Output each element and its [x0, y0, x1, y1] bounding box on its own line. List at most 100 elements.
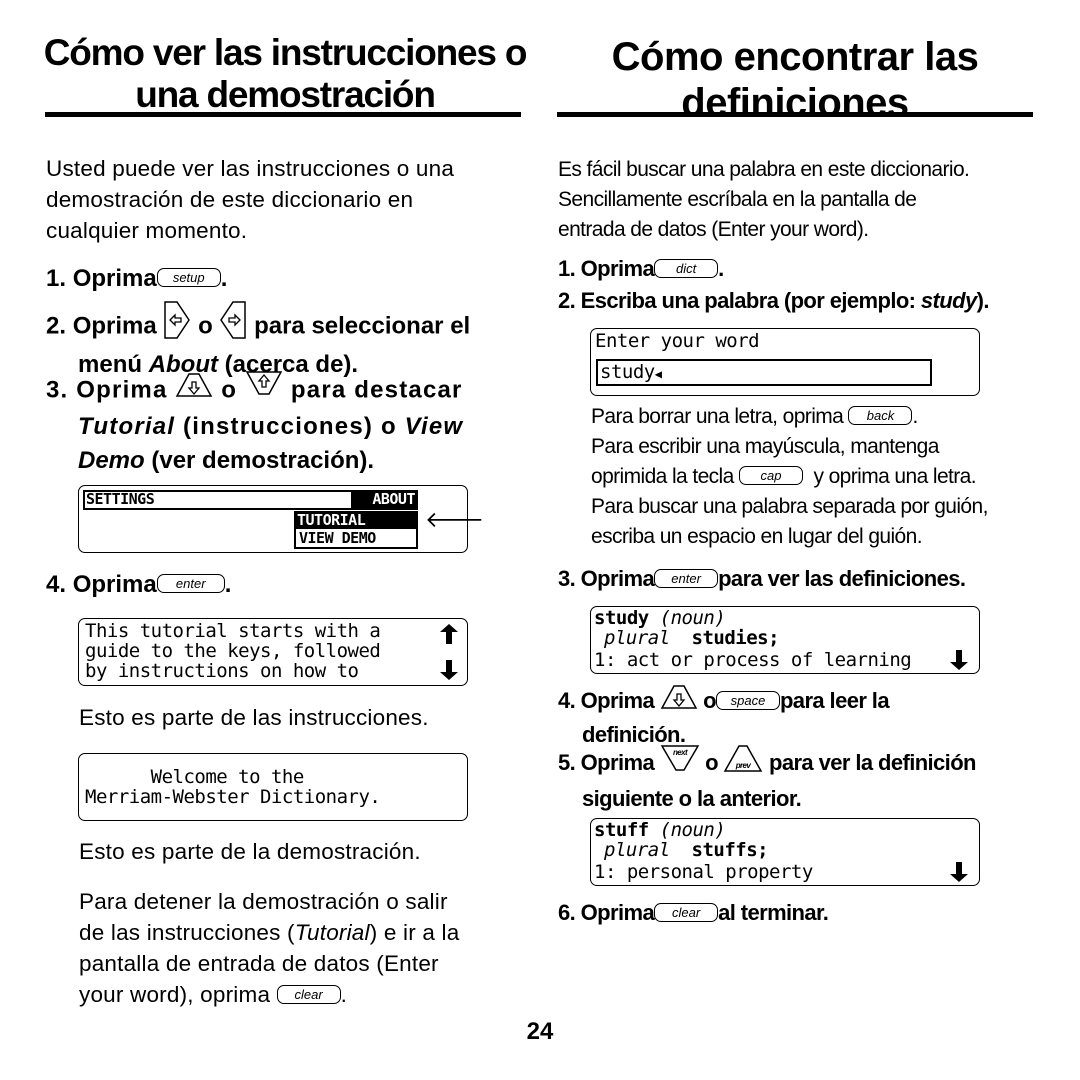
back-key[interactable]: back	[848, 405, 913, 425]
up-arrow-key-icon[interactable]	[245, 370, 283, 408]
menu-about: ABOUT	[351, 490, 417, 508]
step-end: .	[718, 256, 724, 281]
step-text: para destacar	[290, 376, 463, 404]
text-line: Para detener la demostración o salir	[79, 889, 448, 914]
menu-item-tutorial: TUTORIAL	[294, 511, 418, 529]
left-intro-line: demostración de este diccionario en	[46, 187, 414, 212]
lcd-study-definition: study (noun) plural studies; 1: act or p…	[590, 606, 980, 674]
enter-key[interactable]: enter	[654, 568, 719, 588]
right-arrow-key-icon[interactable]	[219, 300, 247, 350]
italic-text: study	[920, 288, 977, 313]
lcd-stuff-definition: stuff (noun) plural stuffs; 1: personal …	[590, 818, 980, 886]
next-key-icon[interactable]: next	[660, 743, 700, 781]
prev-key-icon[interactable]: prev	[723, 742, 763, 782]
plural-label: plural	[604, 627, 670, 649]
left-step-2: 2. Oprima o para seleccionar el menú Abo…	[46, 300, 526, 382]
dict-key[interactable]: dict	[654, 258, 719, 278]
lcd-demo-screen: Welcome to the Merriam-Webster Dictionar…	[78, 753, 468, 821]
text-line: escriba un espacio en lugar del guión.	[591, 525, 923, 548]
entry-prompt: Enter your word	[595, 330, 760, 352]
text: ) e ir a la	[369, 920, 460, 945]
left-arrow-key-icon[interactable]	[163, 300, 191, 350]
part-of-speech: (noun)	[659, 819, 726, 841]
step-number: 3.	[558, 566, 576, 591]
step-number: 2.	[46, 312, 67, 340]
left-pointer-icon: 🡐	[425, 508, 484, 533]
step-text: al terminar.	[718, 900, 829, 925]
text-line: oprimida la tecla cap y oprima una letra…	[591, 462, 1041, 492]
lcd-line: by instructions on how to	[85, 660, 359, 682]
plural-form: stuffs;	[691, 839, 769, 861]
step-line3: Demo (ver demostración).	[46, 444, 526, 478]
left-intro-line: cualquier momento.	[46, 218, 248, 243]
left-step-1: 1. Oprima setup.	[46, 262, 227, 296]
page-number: 24	[526, 1018, 554, 1045]
step-number: 4.	[46, 571, 67, 598]
left-title-line2: una demostración	[135, 74, 436, 115]
step-text: para ver las definiciones.	[718, 566, 966, 591]
step-end: .	[220, 265, 228, 292]
or-text: o	[198, 312, 213, 340]
text-line: your word), oprima clear.	[79, 979, 529, 1010]
step-number: 1.	[46, 265, 67, 292]
clear-key[interactable]: clear	[654, 902, 719, 922]
definition-text: 1: personal property	[594, 861, 813, 883]
right-intro-line: entrada de datos (Enter your word).	[558, 218, 869, 241]
right-step-6: 6. Oprima clear al terminar.	[558, 898, 829, 928]
or-text: o	[221, 376, 238, 404]
left-intro: Usted puede ver las instrucciones o una …	[46, 153, 526, 246]
step-end: .	[224, 571, 232, 598]
right-step-4: 4. Oprima o space para leer la definición.	[558, 682, 890, 750]
step-text: Oprima	[580, 749, 655, 775]
text-line: Para escribir una mayúscula, mantenga	[591, 435, 939, 458]
step-number: 6.	[558, 900, 576, 925]
right-intro: Es fácil buscar una palabra en este dicc…	[558, 155, 1048, 245]
enter-key[interactable]: enter	[156, 574, 225, 594]
clear-key[interactable]: clear	[276, 984, 341, 1004]
left-title-rule	[45, 112, 521, 117]
setup-key[interactable]: setup	[156, 268, 221, 288]
italic-text: Tutorial	[294, 920, 370, 945]
step-text: Oprima	[76, 376, 168, 404]
text: oprimida la tecla	[591, 465, 734, 488]
step-text: Escriba una palabra (por ejemplo:	[580, 288, 921, 313]
cap-key[interactable]: cap	[738, 465, 803, 485]
text: (ver demostración).	[144, 447, 375, 474]
lcd-entry-screen: Enter your word study◀	[590, 328, 980, 396]
lcd-line: plural stuffs;	[604, 839, 769, 861]
lcd-line: plural studies;	[604, 627, 780, 649]
right-step-2: 2. Escriba una palabra (por ejemplo: stu…	[558, 286, 989, 316]
right-title-line1: Cómo encontrar las	[611, 35, 979, 79]
left-title-line1: Cómo ver las instrucciones o	[43, 32, 528, 73]
down-arrow-key-icon[interactable]	[175, 370, 213, 408]
step-number: 3.	[46, 376, 69, 404]
right-intro-line: Sencillamente escríbala en la pantalla d…	[558, 188, 917, 211]
left-outro: Para detener la demostración o salir de …	[79, 886, 529, 1010]
step-text: para ver la definición	[769, 749, 976, 775]
step-text: Oprima	[580, 256, 655, 281]
scroll-down-arrow-icon	[440, 660, 458, 680]
space-key[interactable]: space	[715, 690, 780, 710]
lcd-line: guide to the keys, followed	[85, 640, 381, 662]
step-text: Oprima	[580, 687, 655, 713]
cursor-icon: ◀	[654, 367, 662, 381]
prev-key-label: prev	[735, 761, 752, 770]
headword: stuff	[594, 819, 649, 841]
italic-text: Tutorial	[78, 413, 176, 440]
right-intro-line: Es fácil buscar una palabra en este dicc…	[558, 158, 970, 181]
step-number: 5.	[558, 749, 576, 775]
scroll-down-arrow-icon	[950, 862, 968, 882]
menu-item-view-demo: VIEW DEMO	[294, 529, 418, 549]
text-line: de las instrucciones (Tutorial) e ir a l…	[79, 917, 529, 948]
or-text: o	[705, 749, 718, 775]
headword: study	[594, 607, 649, 629]
text: .	[340, 982, 348, 1007]
or-text: o	[703, 687, 716, 713]
right-title-rule	[557, 112, 1033, 117]
left-intro-line: Usted puede ver las instrucciones o una	[46, 156, 455, 181]
scroll-up-arrow-icon	[440, 624, 458, 644]
down-arrow-key-icon[interactable]	[660, 682, 698, 718]
text: your word), oprima	[79, 982, 271, 1007]
step-number: 2.	[558, 288, 576, 313]
plural-form: studies;	[691, 627, 780, 649]
